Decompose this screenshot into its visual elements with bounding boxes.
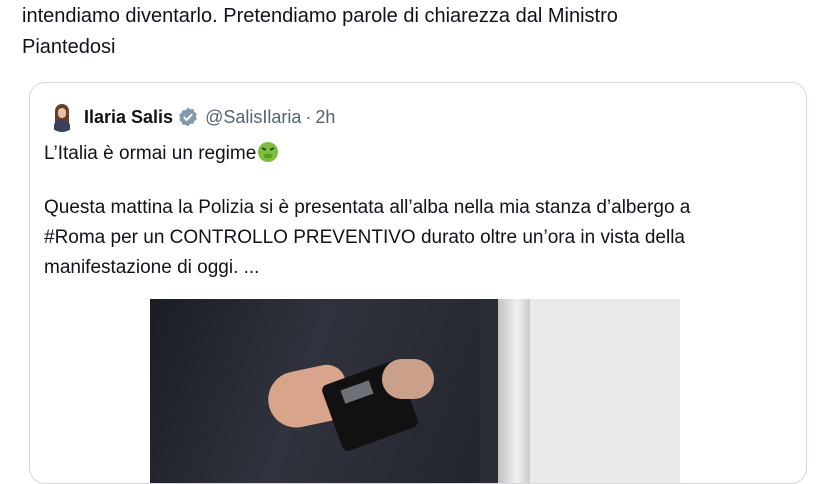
user-handle[interactable]: @SalisIlaria <box>205 107 301 128</box>
tweet-text: intendiamo diventarlo. Pretendiamo parol… <box>22 0 812 63</box>
avatar[interactable] <box>47 102 77 132</box>
tweet-text-line: Piantedosi <box>22 36 116 58</box>
quoted-text-line: Questa mattina la Polizia si è presentat… <box>44 197 691 218</box>
quoted-tweet-photo[interactable] <box>150 299 680 483</box>
quoted-tweet-card[interactable]: Ilaria Salis @SalisIlaria · 2h L’Italia … <box>29 82 807 484</box>
verified-badge-icon <box>177 106 199 128</box>
quoted-text-line: #Roma per un CONTROLLO PREVENTIVO durato… <box>44 227 685 248</box>
quoted-text-line: manifestazione di oggi. ... <box>44 257 260 278</box>
quoted-text-line: L’Italia è ormai un regime <box>44 139 784 169</box>
nauseated-face-icon <box>258 142 279 162</box>
separator-dot: · <box>305 106 312 127</box>
quoted-tweet-header: Ilaria Salis @SalisIlaria · 2h <box>47 97 335 137</box>
quoted-tweet-text: L’Italia è ormai un regime Questa mattin… <box>44 139 784 283</box>
timestamp[interactable]: 2h <box>315 107 335 128</box>
tweet-text-line: intendiamo diventarlo. Pretendiamo parol… <box>22 5 618 27</box>
quoted-first-line: L’Italia è ormai un regime <box>44 143 257 164</box>
display-name[interactable]: Ilaria Salis <box>84 107 173 128</box>
